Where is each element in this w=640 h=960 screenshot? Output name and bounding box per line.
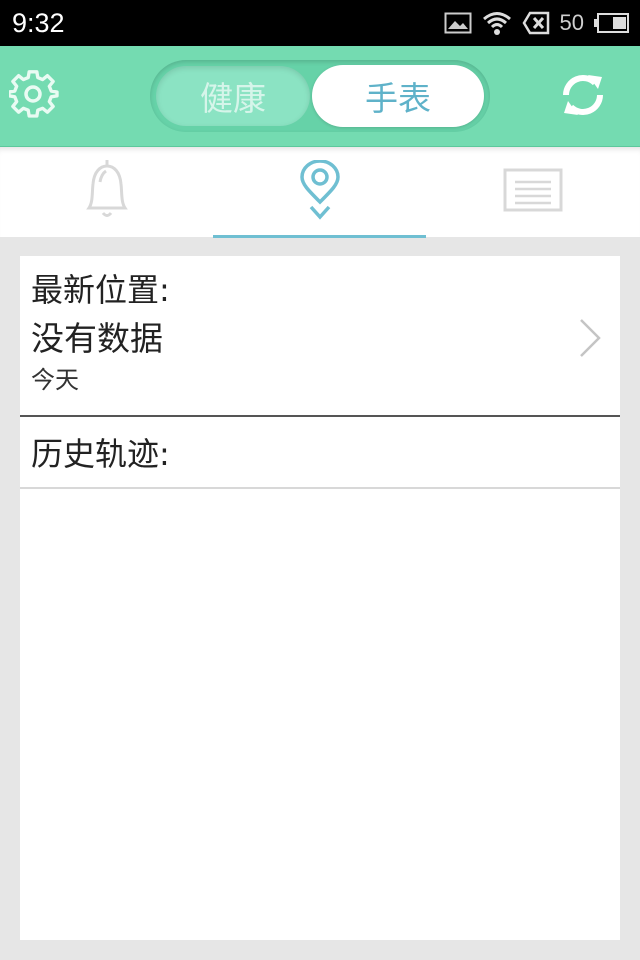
app-header: 健康 手表 (0, 46, 640, 147)
refresh-icon[interactable] (558, 69, 608, 121)
segment-health[interactable]: 健康 (156, 66, 310, 126)
chevron-right-icon (576, 316, 604, 360)
latest-location-date: 今天 (31, 366, 79, 394)
no-sim-icon (522, 11, 550, 35)
bell-icon (83, 158, 131, 226)
wifi-icon (482, 10, 512, 36)
active-tab-indicator (213, 235, 426, 238)
latest-location-row[interactable]: 最新位置: 没有数据 今天 (20, 256, 620, 416)
list-icon (503, 166, 563, 218)
latest-location-title: 最新位置: (31, 271, 170, 309)
location-pin-icon (298, 159, 342, 224)
segment-control: 健康 手表 (150, 60, 490, 132)
image-icon (444, 12, 472, 34)
status-time: 9:32 (12, 8, 65, 38)
location-card: 最新位置: 没有数据 今天 历史轨迹: (20, 256, 620, 940)
divider (20, 415, 620, 417)
battery-level: 50 (559, 10, 584, 35)
tab-alarm[interactable] (0, 147, 213, 237)
battery-icon (594, 12, 630, 34)
tab-messages[interactable] (426, 147, 640, 237)
history-track-title: 历史轨迹: (31, 435, 170, 473)
tab-bar (0, 147, 640, 238)
status-bar: 9:32 50 (0, 0, 640, 46)
gear-icon[interactable] (7, 70, 59, 120)
divider (20, 487, 620, 489)
status-icons: 50 (444, 8, 630, 38)
latest-location-value: 没有数据 (31, 319, 163, 358)
tab-location[interactable] (213, 147, 426, 237)
segment-watch[interactable]: 手表 (312, 65, 484, 127)
